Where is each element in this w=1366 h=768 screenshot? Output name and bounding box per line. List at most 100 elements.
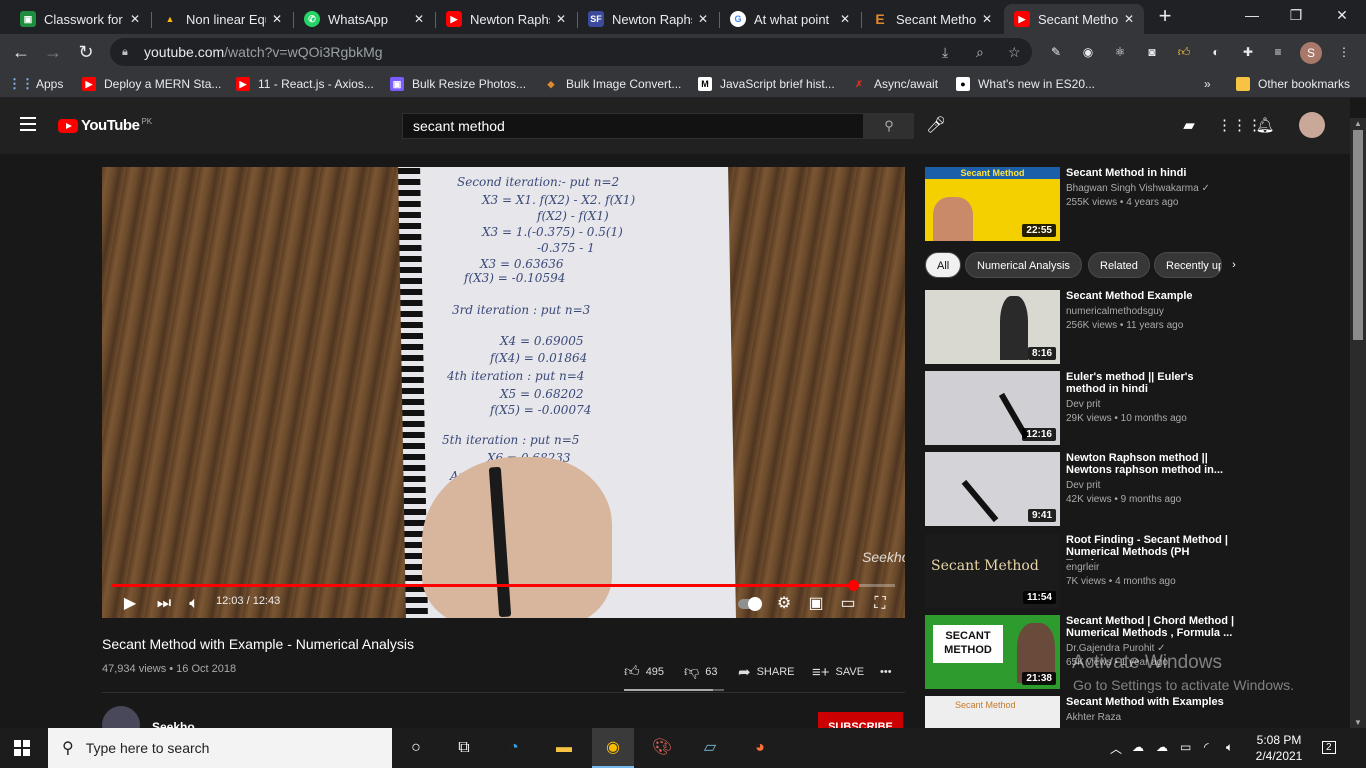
- notifications-bell-icon[interactable]: 🔔︎: [1255, 116, 1275, 136]
- extensions-puzzle-icon[interactable]: ✚: [1238, 42, 1258, 62]
- apps-grid-icon[interactable]: ⋮⋮⋮: [1217, 116, 1262, 136]
- fullscreen-icon[interactable]: ⛶: [870, 593, 890, 615]
- like-button[interactable]: 👍︎ 495: [624, 662, 664, 682]
- new-tab-button[interactable]: +: [1152, 5, 1178, 28]
- scroll-thumb[interactable]: [1353, 130, 1363, 340]
- forward-button[interactable]: →: [42, 41, 64, 63]
- rec-channel[interactable]: numericalmethodsguy: [1066, 306, 1164, 317]
- record-extension-icon[interactable]: ◉: [1078, 42, 1098, 62]
- settings-gear-icon[interactable]: ⚙: [774, 593, 794, 615]
- close-icon[interactable]: ✕: [698, 12, 708, 26]
- share-button[interactable]: ➦ SHARE: [738, 662, 794, 682]
- rec-channel[interactable]: engrleir: [1066, 562, 1099, 573]
- pen-extension-icon[interactable]: ✎: [1046, 42, 1066, 62]
- progress-scrubber[interactable]: [847, 580, 859, 591]
- bookmark-item[interactable]: ✗ Async/await: [852, 75, 938, 93]
- rec-title[interactable]: Euler's method || Euler's method in hind…: [1066, 371, 1236, 395]
- rec-thumbnail[interactable]: Secant Method 11:54: [925, 534, 1060, 608]
- autoplay-toggle[interactable]: [738, 597, 762, 611]
- taskbar-search-input[interactable]: ⚲ Type here to search: [48, 728, 392, 768]
- browser-tab[interactable]: ✆ WhatsApp ✕: [294, 4, 434, 34]
- bookmarks-overflow[interactable]: »: [1204, 75, 1211, 93]
- account-avatar[interactable]: [1299, 112, 1325, 138]
- search-button[interactable]: ⚲: [864, 113, 914, 139]
- address-bar[interactable]: 🔒︎ youtube.com/watch?v=wQOi3RgbkMg ⤓ ⌕ ☆: [110, 38, 1032, 66]
- system-clock[interactable]: 5:08 PM 2/4/2021: [1254, 732, 1304, 764]
- browser-tab[interactable]: SF Newton Raphs ✕: [578, 4, 718, 34]
- rec-thumbnail[interactable]: 8:16: [925, 290, 1060, 364]
- play-button[interactable]: ▶: [120, 593, 140, 615]
- zoom-icon[interactable]: ⌕: [976, 44, 984, 61]
- chrome-icon[interactable]: ◉: [601, 736, 625, 760]
- browser-tab[interactable]: ▶ Newton Raphs ✕: [436, 4, 576, 34]
- chip-all[interactable]: All: [925, 252, 962, 278]
- page-scrollbar[interactable]: ▲ ▼: [1350, 118, 1366, 728]
- windows-start-icon[interactable]: [14, 740, 30, 756]
- edge-icon[interactable]: ◔: [502, 736, 526, 760]
- bookmark-star-icon[interactable]: ☆: [1008, 44, 1021, 61]
- rec-thumbnail[interactable]: Secant Method: [925, 696, 1060, 728]
- browser-tab-active[interactable]: ▶ Secant Metho ✕: [1004, 4, 1144, 34]
- close-icon[interactable]: ✕: [414, 12, 424, 26]
- close-icon[interactable]: ✕: [556, 12, 566, 26]
- rec-title[interactable]: Secant Method in hindi: [1066, 167, 1236, 179]
- close-icon[interactable]: ✕: [840, 12, 850, 26]
- close-icon[interactable]: ✕: [130, 12, 140, 26]
- reload-button[interactable]: ↻: [75, 41, 97, 63]
- close-window-button[interactable]: ✕: [1322, 4, 1362, 26]
- bookmark-item[interactable]: ◆ Bulk Image Convert...: [544, 75, 682, 93]
- notes-app-icon[interactable]: ▱: [698, 736, 722, 760]
- search-input[interactable]: secant method: [402, 113, 864, 139]
- dislike-button[interactable]: 👎︎ 63: [684, 662, 717, 682]
- battery-icon[interactable]: ▭: [1180, 740, 1191, 754]
- browser-tab[interactable]: E Secant Metho ✕: [862, 4, 1002, 34]
- other-bookmarks[interactable]: Other bookmarks: [1236, 75, 1350, 93]
- show-hidden-icons[interactable]: ︿: [1110, 740, 1122, 757]
- install-app-icon[interactable]: ⤓: [942, 44, 948, 61]
- rec-thumbnail[interactable]: Secant Method 22:55: [925, 167, 1060, 241]
- minimize-button[interactable]: —: [1232, 4, 1272, 26]
- close-icon[interactable]: ✕: [982, 12, 992, 26]
- voice-search-icon[interactable]: 🎤︎: [926, 115, 946, 137]
- bookmark-item[interactable]: ▣ Bulk Resize Photos...: [390, 75, 526, 93]
- camera-extension-icon[interactable]: ◙: [1142, 42, 1162, 62]
- close-icon[interactable]: ✕: [1124, 12, 1134, 26]
- rec-title[interactable]: Secant Method Example: [1066, 290, 1236, 302]
- onedrive-icon[interactable]: ☁: [1156, 740, 1168, 754]
- rec-channel[interactable]: Akhter Raza: [1066, 712, 1121, 723]
- thumbs-extension-icon[interactable]: 👍︎: [1174, 42, 1194, 62]
- firefox-icon[interactable]: ◕: [748, 736, 772, 760]
- miniplayer-icon[interactable]: ▣: [806, 593, 826, 615]
- file-explorer-icon[interactable]: ▬: [552, 736, 576, 760]
- theater-mode-icon[interactable]: ▭: [838, 593, 858, 615]
- close-icon[interactable]: ✕: [272, 12, 282, 26]
- bookmark-item[interactable]: ▶ 11 - React.js - Axios...: [236, 75, 374, 93]
- spy-extension-icon[interactable]: ◐: [1206, 42, 1226, 62]
- bookmark-apps[interactable]: ⋮⋮ Apps: [8, 75, 63, 93]
- scroll-up-icon[interactable]: ▲: [1353, 119, 1363, 128]
- bookmark-item[interactable]: ● What's new in ES20...: [956, 75, 1095, 93]
- react-extension-icon[interactable]: ⚛: [1110, 42, 1130, 62]
- chip-numerical-analysis[interactable]: Numerical Analysis: [965, 252, 1082, 278]
- chevron-right-icon[interactable]: ›: [1224, 252, 1244, 278]
- cloud-icon[interactable]: ☁: [1132, 740, 1144, 754]
- rec-thumbnail[interactable]: 12:16: [925, 371, 1060, 445]
- profile-avatar[interactable]: S: [1300, 42, 1322, 64]
- bookmark-item[interactable]: ▶ Deploy a MERN Sta...: [82, 75, 221, 93]
- browser-tab[interactable]: G At what point ✕: [720, 4, 860, 34]
- youtube-logo[interactable]: YouTube PK: [58, 117, 152, 134]
- rec-channel[interactable]: Dev prit: [1066, 480, 1100, 491]
- media-control-icon[interactable]: ≡: [1268, 42, 1288, 62]
- bookmark-item[interactable]: M JavaScript brief hist...: [698, 75, 835, 93]
- next-button[interactable]: ⏭: [154, 593, 174, 615]
- save-button[interactable]: ≡+ SAVE: [812, 662, 864, 682]
- cortana-icon[interactable]: ○: [404, 736, 428, 760]
- scroll-down-icon[interactable]: ▼: [1353, 718, 1363, 727]
- browser-tab[interactable]: ▲ Non linear Equ ✕: [152, 4, 292, 34]
- task-view-icon[interactable]: ⧉: [452, 736, 476, 760]
- back-button[interactable]: ←: [10, 41, 32, 63]
- rec-title[interactable]: Secant Method with Examples: [1066, 696, 1236, 708]
- volume-icon[interactable]: 🔈︎: [1226, 740, 1233, 755]
- chip-related[interactable]: Related: [1088, 252, 1150, 278]
- menu-kebab-icon[interactable]: ⋮: [1334, 42, 1354, 62]
